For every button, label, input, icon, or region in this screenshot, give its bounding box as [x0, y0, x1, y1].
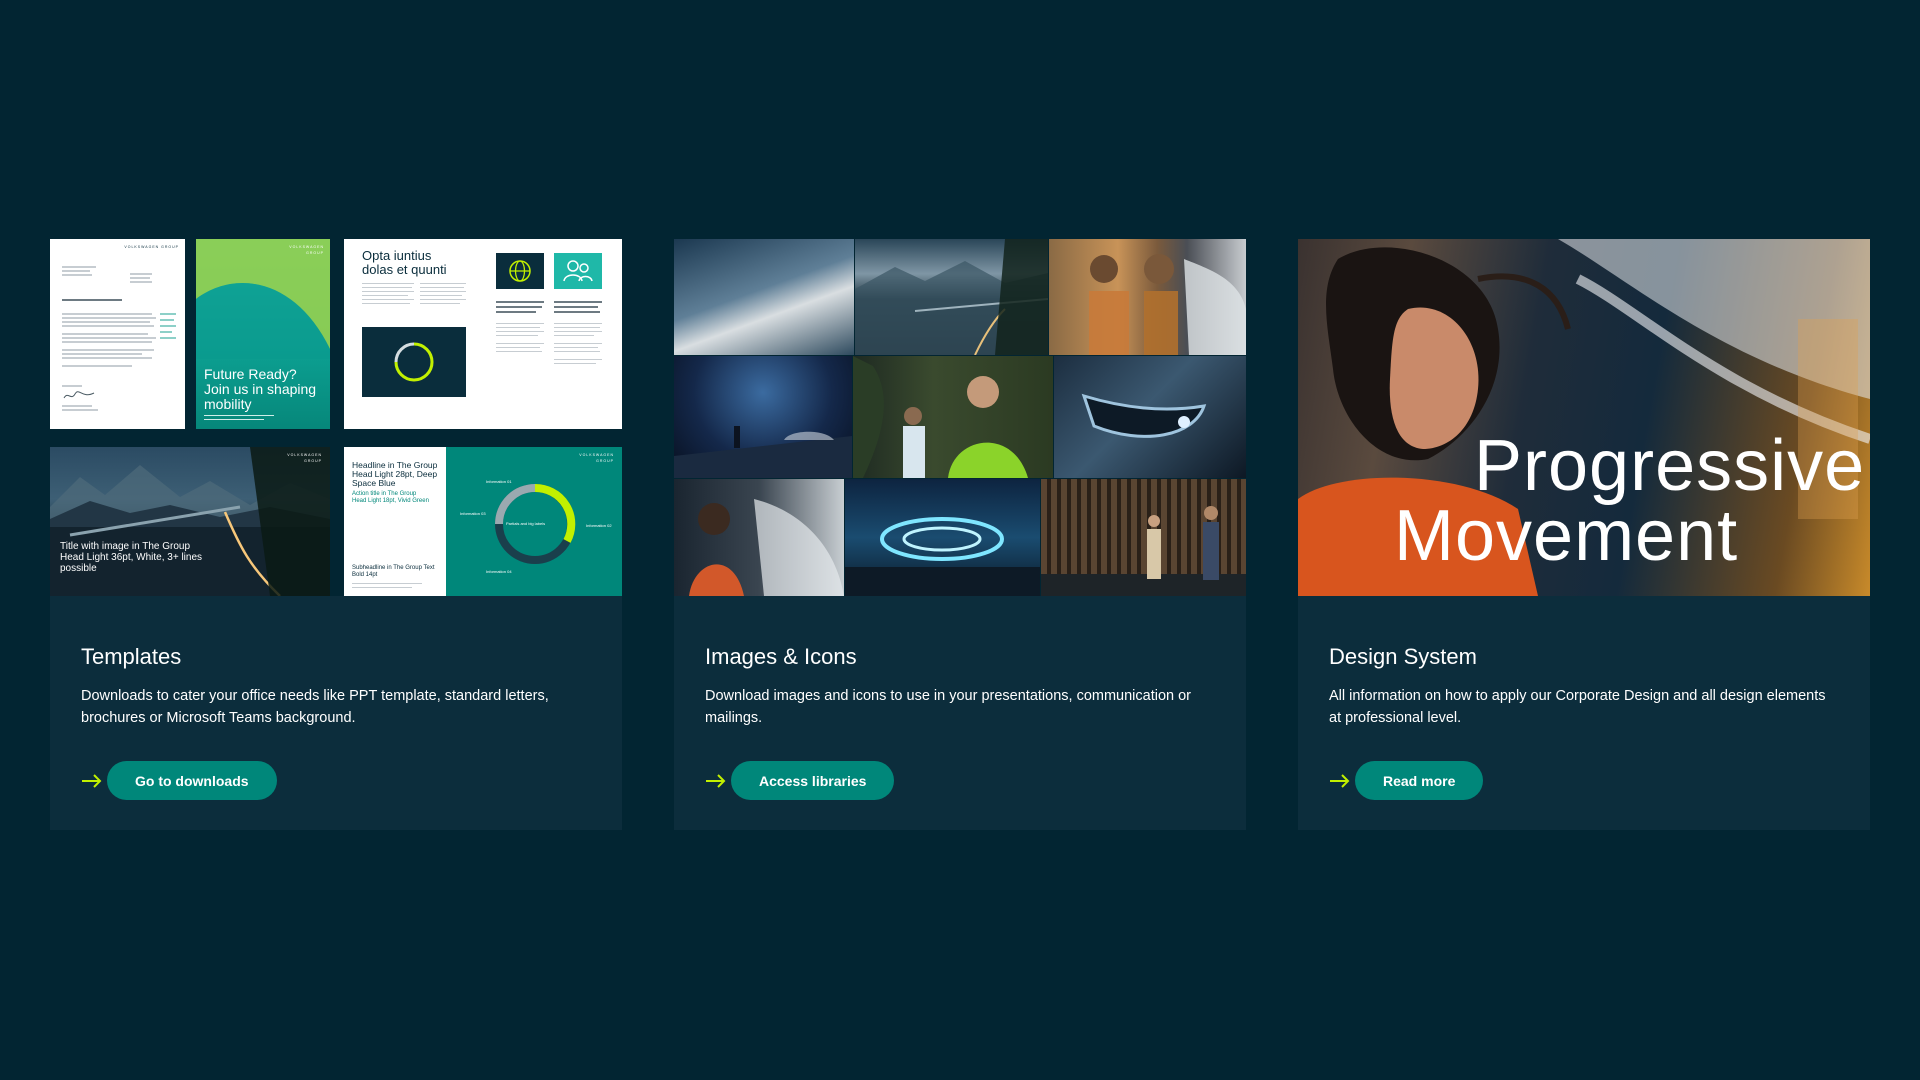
card-title: Templates	[81, 644, 182, 669]
chart-brand-line1: VOLKSWAGEN	[579, 453, 614, 457]
card-title: Images & Icons	[705, 644, 857, 669]
chart-label: Information 03	[460, 511, 486, 516]
design-system-card: Progressive Movement Design System All i…	[1298, 239, 1870, 830]
slide-headline: Title with image in The Group Head Light…	[60, 541, 203, 574]
arrow-right-icon	[1330, 773, 1350, 788]
arrow-right-icon	[706, 773, 726, 788]
read-more-button[interactable]: Read more	[1355, 761, 1484, 800]
photo-lake-bridge	[855, 239, 1048, 355]
report-people-tile	[554, 253, 602, 289]
chart-slide-headline: Headline in The Group Head Light 28pt, D…	[352, 460, 438, 488]
globe-icon	[509, 260, 531, 282]
report-chart-panel	[362, 327, 466, 397]
card-description: Downloads to cater your office needs lik…	[81, 688, 549, 726]
card-description: All information on how to apply our Corp…	[1329, 688, 1826, 726]
go-to-downloads-button[interactable]: Go to downloads	[107, 761, 277, 800]
resource-cards: VOLKSWAGEN GROUP VOLKSWAGEN GROUP Future…	[50, 239, 1870, 830]
letter-template-thumbnail: VOLKSWAGEN GROUP	[50, 239, 185, 429]
photo-tunnel	[674, 356, 852, 478]
brochure-brand-line1: VOLKSWAGEN	[289, 245, 324, 249]
brochure-brand-line2: GROUP	[306, 251, 324, 255]
access-libraries-button[interactable]: Access libraries	[731, 761, 895, 800]
people-icon	[563, 260, 593, 282]
images-icons-cta[interactable]: Access libraries	[705, 761, 895, 800]
templates-card: VOLKSWAGEN GROUP VOLKSWAGEN GROUP Future…	[50, 239, 622, 830]
chart-slide-panel: VOLKSWAGEN GROUP Partials and big labels…	[446, 447, 622, 596]
chart-label: Information 02	[586, 523, 612, 528]
templates-card-body: Templates Downloads to cater your office…	[81, 643, 591, 729]
chart-brand-line2: GROUP	[596, 459, 614, 463]
images-icons-card-body: Images & Icons Download images and icons…	[705, 643, 1215, 729]
brochure-headline: Future Ready? Join us in shaping mobilit…	[204, 366, 317, 412]
photo-woman-car	[674, 479, 844, 596]
photo-headlight	[1054, 356, 1246, 478]
photo-sky	[674, 239, 854, 355]
design-system-hero-image: Progressive Movement	[1298, 239, 1870, 596]
report-donut-chart	[394, 342, 434, 382]
signature-icon	[63, 391, 95, 399]
card-description: Download images and icons to use in your…	[705, 688, 1192, 726]
report-globe-tile	[496, 253, 544, 289]
slide-brand-line2: GROUP	[304, 459, 322, 463]
design-system-cta[interactable]: Read more	[1329, 761, 1484, 800]
hero-line-1: Progressive	[1474, 426, 1866, 506]
design-system-card-body: Design System All information on how to …	[1329, 643, 1839, 729]
images-icons-card: Images & Icons Download images and icons…	[674, 239, 1246, 830]
slide-brand-line1: VOLKSWAGEN	[287, 453, 322, 457]
letter-brand: VOLKSWAGEN GROUP	[124, 245, 179, 249]
report-template-thumbnail: Opta iuntius dolas et quunti	[344, 239, 622, 429]
photo-people-walking	[1041, 479, 1246, 596]
photo-woman-green	[853, 356, 1053, 478]
hero-line-2: Movement	[1394, 496, 1739, 576]
chart-label: Information 04	[486, 569, 512, 574]
slide-with-image-thumbnail: VOLKSWAGEN GROUP Title with image in The…	[50, 447, 330, 596]
chart-slide-thumbnail: Headline in The Group Head Light 28pt, D…	[344, 447, 622, 596]
chart-slide-subheadline: Subheadline in The Group Text Bold 14pt	[352, 565, 435, 578]
photo-light-art	[845, 479, 1040, 596]
arrow-right-icon	[82, 773, 102, 788]
card-title: Design System	[1329, 644, 1477, 669]
report-headline: Opta iuntius dolas et quunti	[362, 248, 447, 277]
templates-preview-collage: VOLKSWAGEN GROUP VOLKSWAGEN GROUP Future…	[50, 239, 622, 596]
chart-label: Information 01	[486, 479, 512, 484]
brochure-template-thumbnail: VOLKSWAGEN GROUP Future Ready? Join us i…	[196, 239, 330, 429]
chart-slide-subline: Action title in The Group Head Light 18p…	[352, 491, 429, 504]
photo-binoculars	[1049, 239, 1246, 355]
image-library-collage	[674, 239, 1246, 596]
templates-cta[interactable]: Go to downloads	[81, 761, 277, 800]
chart-center-label: Partials and big labels	[506, 521, 546, 526]
